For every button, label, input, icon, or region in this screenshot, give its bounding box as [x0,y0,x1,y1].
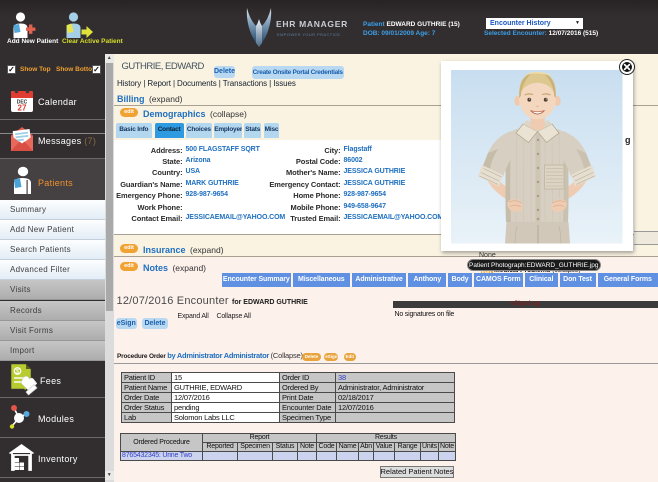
svg-text:27: 27 [18,104,27,113]
